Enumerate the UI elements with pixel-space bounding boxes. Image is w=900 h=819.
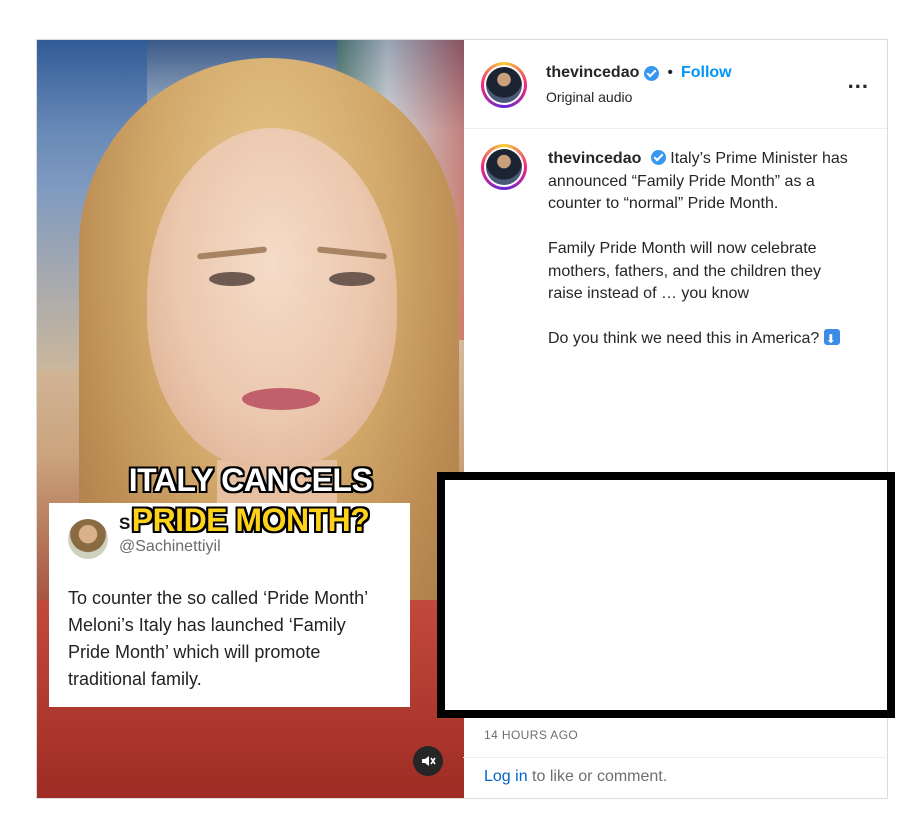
video-overlay-subtitle: PRIDE MONTH?	[131, 502, 370, 538]
caption-paragraph-3: Do you think we need this in America?	[548, 330, 820, 347]
login-prompt-text: to like or comment.	[527, 768, 668, 785]
caption-body: thevincedao Italy’s Prime Minister has a…	[548, 148, 858, 373]
author-username[interactable]: thevincedao	[546, 64, 639, 82]
avatar-photo	[486, 149, 522, 185]
portrait-eye	[329, 272, 375, 286]
verified-badge-icon	[650, 150, 666, 165]
tweet-text: To counter the so called ‘Pride Month’ M…	[68, 588, 368, 689]
footer-divider	[463, 757, 888, 758]
caption-username[interactable]: thevincedao	[548, 150, 641, 167]
speaker-muted-icon	[422, 756, 436, 766]
down-arrow-emoji-icon	[823, 328, 840, 351]
video-overlay-title: ITALY CANCELS	[128, 462, 373, 498]
avatar-photo	[486, 67, 522, 103]
caption-author-avatar[interactable]	[481, 144, 527, 190]
login-prompt: Log in to like or comment.	[484, 768, 667, 786]
portrait-eye	[209, 272, 255, 286]
post-media-video[interactable]: ITALY CANCELS PRIDE MONTH? S @Sachinetti…	[37, 40, 464, 798]
username-row: thevincedao • Follow	[546, 64, 732, 82]
caption-paragraph-2: Family Pride Month will now celebrate mo…	[548, 240, 822, 302]
author-avatar[interactable]	[481, 62, 527, 108]
login-link[interactable]: Log in	[484, 768, 528, 785]
more-options-icon[interactable]: ...	[848, 68, 869, 94]
mute-button[interactable]	[413, 746, 443, 776]
portrait-face	[147, 128, 397, 468]
redaction-box	[437, 472, 895, 718]
separator-dot: •	[667, 64, 673, 81]
portrait-lips	[242, 388, 320, 410]
tweet-author-handle: @Sachinettiyil	[119, 538, 221, 555]
audio-link[interactable]: Original audio	[546, 89, 632, 105]
verified-badge-icon	[644, 65, 660, 81]
follow-button[interactable]: Follow	[681, 64, 732, 82]
post-header: thevincedao • Follow Original audio ...	[464, 40, 887, 129]
post-time-ago: 14 HOURS AGO	[484, 728, 579, 742]
